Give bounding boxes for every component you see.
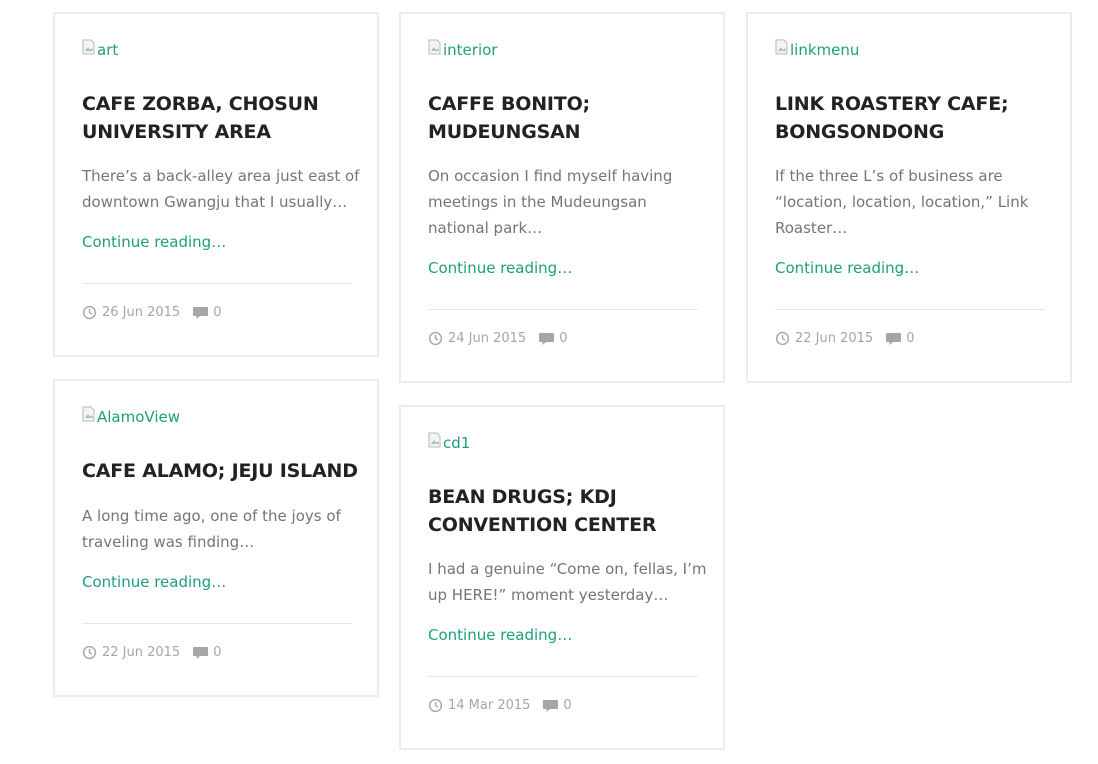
post-card: art CAFE ZORBA, CHOSUN UNIVERSITY AREA T… (53, 12, 379, 357)
post-date: 22 Jun 2015 (102, 645, 181, 660)
divider (82, 283, 352, 284)
post-date: 22 Jun 2015 (795, 331, 874, 346)
post-thumbnail-alt: AlamoView (97, 408, 181, 426)
comment-count[interactable]: 0 (213, 305, 221, 320)
comment-icon[interactable] (538, 332, 555, 346)
continue-reading-link[interactable]: Continue reading… (82, 573, 226, 591)
post-title[interactable]: LINK ROASTERY CAFE; BONGSONDONG (775, 90, 1055, 146)
continue-reading-link[interactable]: Continue reading… (428, 259, 572, 277)
post-excerpt: I had a genuine “Come on, fellas, I’m up… (428, 560, 707, 604)
post-date: 26 Jun 2015 (102, 305, 181, 320)
divider (82, 623, 352, 624)
post-thumbnail[interactable]: interior (428, 39, 498, 59)
comment-count[interactable]: 0 (559, 331, 567, 346)
post-title[interactable]: CAFE ALAMO; JEJU ISLAND (82, 457, 372, 485)
divider (428, 676, 698, 677)
broken-image-icon (775, 39, 788, 55)
comment-icon[interactable] (192, 646, 209, 660)
clock-icon (82, 305, 97, 320)
post-card: interior CAFFE BONITO; MUDEUNGSAN On occ… (399, 12, 725, 383)
clock-icon (428, 698, 443, 713)
broken-image-icon (82, 39, 95, 55)
post-thumbnail[interactable]: art (82, 39, 119, 59)
post-meta: 26 Jun 2015 0 (82, 305, 221, 320)
continue-reading-link[interactable]: Continue reading… (82, 233, 226, 251)
broken-image-icon (82, 406, 95, 422)
divider (428, 309, 698, 310)
post-thumbnail[interactable]: cd1 (428, 432, 471, 452)
post-excerpt: There’s a back-alley area just east of d… (82, 167, 360, 211)
continue-reading-link[interactable]: Continue reading… (428, 626, 572, 644)
comment-count[interactable]: 0 (563, 698, 571, 713)
clock-icon (775, 331, 790, 346)
post-card: linkmenu LINK ROASTERY CAFE; BONGSONDONG… (746, 12, 1072, 383)
clock-icon (82, 645, 97, 660)
clock-icon (428, 331, 443, 346)
broken-image-icon (428, 432, 441, 448)
post-card: cd1 BEAN DRUGS; KDJ CONVENTION CENTER I … (399, 405, 725, 750)
comment-icon[interactable] (542, 699, 559, 713)
post-date: 24 Jun 2015 (448, 331, 527, 346)
broken-image-icon (428, 39, 441, 55)
post-thumbnail[interactable]: linkmenu (775, 39, 860, 59)
comment-icon[interactable] (885, 332, 902, 346)
post-excerpt: A long time ago, one of the joys of trav… (82, 507, 341, 551)
post-thumbnail-alt: linkmenu (790, 41, 860, 59)
continue-reading-link[interactable]: Continue reading… (775, 259, 919, 277)
comment-count[interactable]: 0 (213, 645, 221, 660)
post-thumbnail[interactable]: AlamoView (82, 406, 181, 426)
post-meta: 14 Mar 2015 0 (428, 698, 572, 713)
post-meta: 22 Jun 2015 0 (82, 645, 221, 660)
comment-count[interactable]: 0 (906, 331, 914, 346)
post-thumbnail-alt: cd1 (443, 434, 471, 452)
post-title[interactable]: CAFFE BONITO; MUDEUNGSAN (428, 90, 708, 146)
post-excerpt: On occasion I find myself having meeting… (428, 167, 673, 237)
post-title[interactable]: BEAN DRUGS; KDJ CONVENTION CENTER (428, 483, 708, 539)
comment-icon[interactable] (192, 306, 209, 320)
post-thumbnail-alt: art (97, 41, 119, 59)
post-meta: 22 Jun 2015 0 (775, 331, 914, 346)
post-card: AlamoView CAFE ALAMO; JEJU ISLAND A long… (53, 379, 379, 697)
post-meta: 24 Jun 2015 0 (428, 331, 567, 346)
post-date: 14 Mar 2015 (448, 698, 531, 713)
post-title[interactable]: CAFE ZORBA, CHOSUN UNIVERSITY AREA (82, 90, 362, 146)
post-thumbnail-alt: interior (443, 41, 498, 59)
divider (775, 309, 1045, 310)
post-excerpt: If the three L’s of business are “locati… (775, 167, 1029, 237)
